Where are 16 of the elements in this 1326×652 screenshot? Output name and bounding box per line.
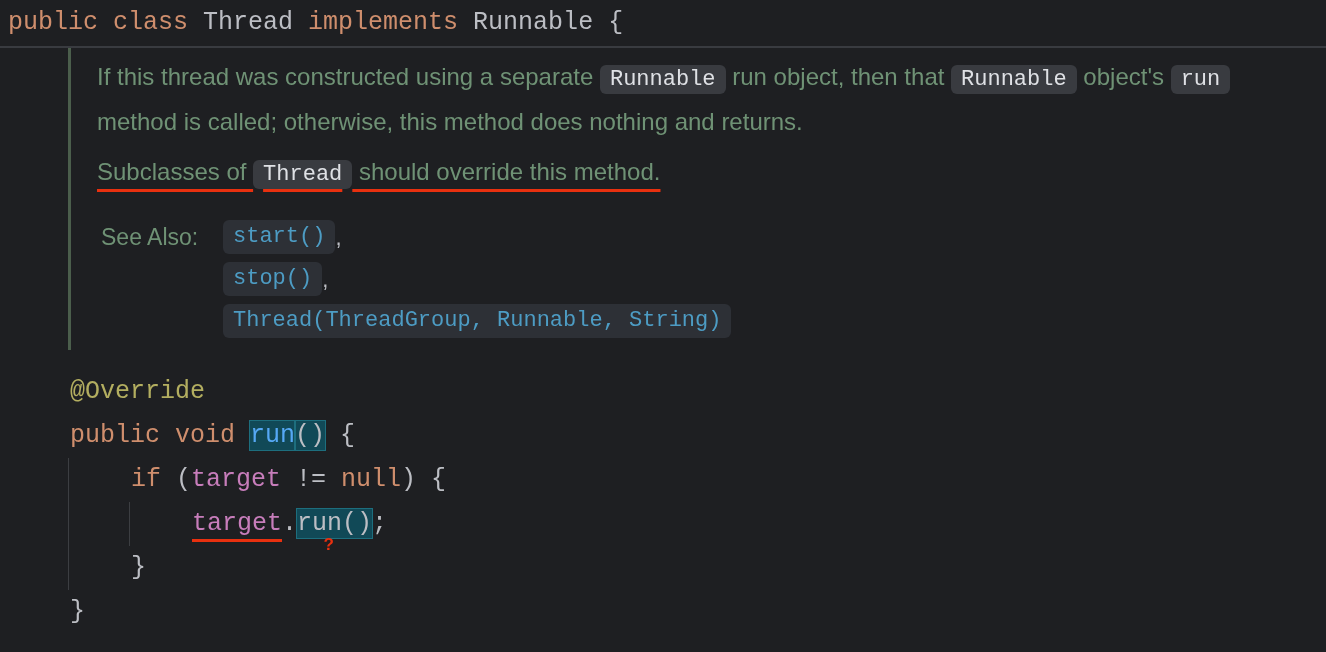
doc-link[interactable]: Thread(ThreadGroup, Runnable, String): [223, 304, 732, 338]
code-line: }: [70, 596, 85, 629]
code-line: public void run() {: [70, 420, 356, 453]
code-line: if (target != null) {: [131, 464, 447, 497]
doc-paragraph: Subclasses of Thread should override this method.: [97, 157, 662, 191]
doc-paragraph: If this thread was constructed using a separate Runnable run object, then that Runnable object's run method is called; otherwise, this method does nothing and returns.: [97, 56, 1258, 143]
separator: ,: [322, 266, 329, 294]
code-line: @Override: [70, 376, 206, 409]
code-line: }: [131, 552, 146, 585]
code-line: target.run();: [192, 508, 388, 539]
doc-link[interactable]: start(): [223, 220, 336, 254]
code-line: public class Thread implements Runnable {: [8, 7, 624, 40]
see-also-label: See Also:: [100, 223, 200, 252]
separator: ,: [335, 224, 342, 252]
doc-link[interactable]: stop(): [223, 262, 323, 296]
warning-mark: ?: [323, 536, 334, 553]
